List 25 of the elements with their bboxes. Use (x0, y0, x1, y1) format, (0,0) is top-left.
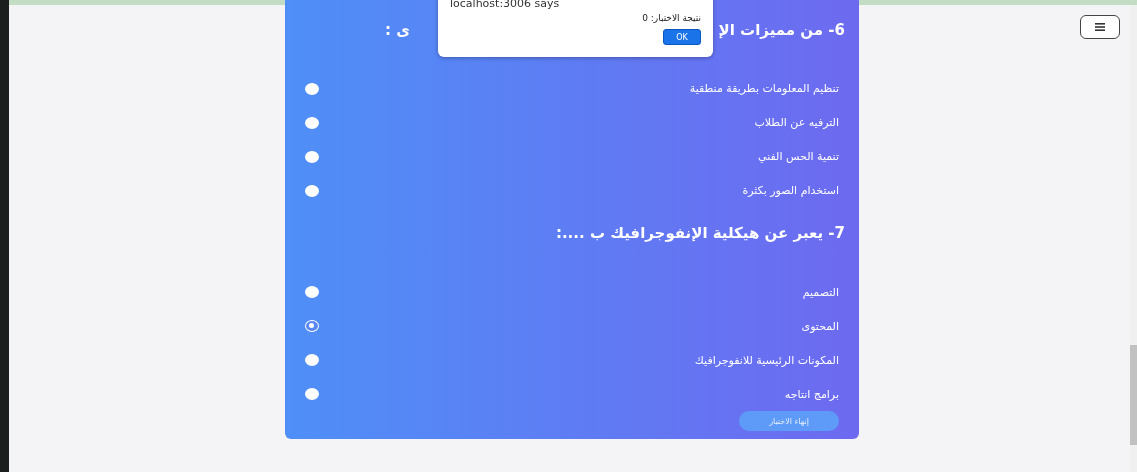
option-label: الترفيه عن الطلاب (754, 116, 839, 130)
option-label: المحتوى (801, 319, 839, 333)
option-label: تنظيم المعلومات بطريقة منطقية (689, 82, 839, 96)
radio-button[interactable] (305, 388, 319, 400)
option-label: استخدام الصور بكثرة (742, 184, 839, 198)
radio-button[interactable] (305, 354, 319, 366)
dialog-message: نتيجة الاختبار: 0 (641, 13, 701, 23)
option-label: برامج انتاجه (784, 387, 839, 401)
option-label: المكونات الرئيسية للانفوجرافيك (694, 353, 839, 367)
radio-button[interactable] (305, 150, 319, 163)
radio-button[interactable] (305, 286, 319, 298)
ok-button[interactable]: OK (663, 29, 701, 45)
radio-button[interactable] (305, 320, 319, 332)
radio-button[interactable] (305, 82, 319, 95)
finish-button[interactable]: إنهاء الاختبار (739, 411, 839, 431)
menu-button[interactable] (1080, 15, 1120, 39)
radio-button[interactable] (305, 184, 319, 197)
question-heading: 7- يعبر عن هيكلية الإنفوجرافيك ب ....: (555, 224, 845, 243)
menu-icon (1095, 23, 1105, 31)
option-label: التصميم (802, 285, 839, 299)
radio-button[interactable] (305, 116, 319, 129)
scrollbar[interactable] (1130, 5, 1137, 472)
question-heading: ى : (385, 21, 410, 40)
question-heading: 6- من مميزات الإ (718, 21, 845, 40)
option-label: تنمية الحس الفني (758, 150, 839, 164)
